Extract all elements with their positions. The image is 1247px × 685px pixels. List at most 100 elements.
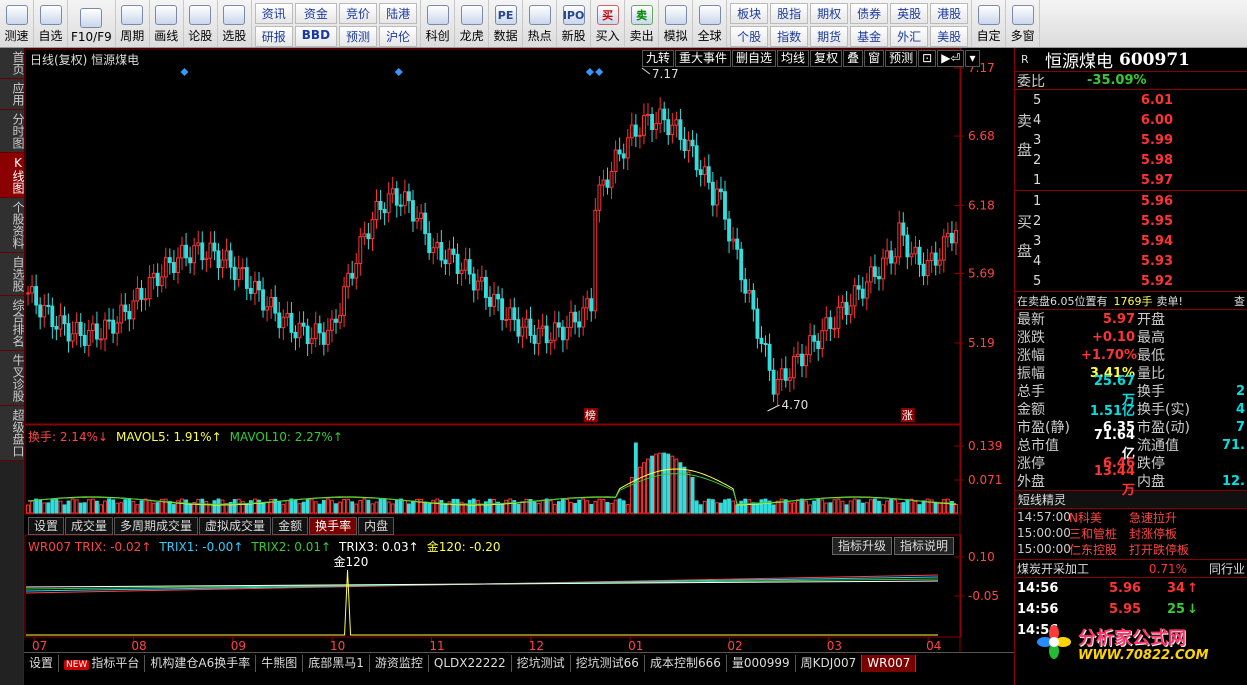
toolbar-cycle-button[interactable]: 周期 (116, 0, 150, 47)
toolbar-dragon-button[interactable]: 龙虎 (455, 0, 490, 47)
chart-toolbar-button[interactable]: 删自选 (732, 50, 777, 67)
toolbar-link-button[interactable]: 基金 (850, 26, 889, 47)
toolbar-link-button[interactable]: 预测 (339, 26, 378, 47)
formula-tab[interactable]: 挖坑测试66 (571, 655, 645, 672)
toolbar-hammer-button[interactable]: 模拟 (659, 0, 694, 47)
formula-tab[interactable]: WR007 (862, 655, 917, 672)
formula-tab[interactable]: 游资监控 (370, 655, 429, 672)
left-tab[interactable]: 应用 (0, 79, 25, 110)
order-book-row[interactable]: 2 5.98 (1015, 150, 1247, 170)
toolbar-card-button[interactable]: F10/F9 (68, 0, 116, 47)
toolbar-clock-button[interactable]: 测速 (0, 0, 34, 47)
left-tab[interactable]: K线图 (0, 153, 25, 198)
toolbar-ipo-button[interactable]: IPO 新股 (557, 0, 592, 47)
chart-toolbar-button[interactable]: 重大事件 (675, 50, 732, 67)
toolbar-pencil-button[interactable]: 画线 (150, 0, 184, 47)
formula-tab[interactable]: 量000999 (727, 655, 796, 672)
toolbar-buy-button[interactable]: 买买入 (591, 0, 626, 47)
toolbar-chart-button[interactable]: 科创 (421, 0, 456, 47)
toolbar-link-button[interactable]: BBD (294, 26, 338, 47)
left-tab[interactable]: 分时图 (0, 110, 25, 153)
volume-tab[interactable]: 金额 (272, 517, 309, 535)
toolbar-link-button[interactable]: 板块 (730, 3, 769, 24)
toolbar-globe-button[interactable]: 全球 (693, 0, 728, 47)
toolbar-link-button[interactable]: 美股 (930, 26, 969, 47)
toolbar-link-button[interactable]: 陆港 (379, 3, 418, 24)
formula-tab[interactable]: 成本控制666 (645, 655, 727, 672)
formula-tab[interactable]: 牛熊图 (256, 655, 304, 672)
chart-toolbar-button[interactable]: ⊡ (918, 50, 937, 67)
toolbar-link-button[interactable]: 期权 (810, 3, 849, 24)
sector-name[interactable]: 煤炭开采加工 (1017, 560, 1117, 577)
alert-row[interactable]: 15:00:00 三和管桩 封涨停板 (1015, 525, 1247, 541)
stock-name[interactable]: 恒源煤电 (1045, 48, 1113, 72)
indicator-help-button[interactable]: 指标说明 (894, 537, 955, 555)
kline-chart-area[interactable]: 7.17 6.68 6.18 5.69 5.19 7.17 4.70 榜涨 0.139 0.071… (24, 48, 1014, 652)
big-order-more[interactable]: 查 (1234, 293, 1247, 309)
volume-tab[interactable]: 设置 (28, 517, 65, 535)
order-book-row[interactable]: 3 5.94 (1015, 231, 1247, 251)
left-tab[interactable]: 超级盘口 (0, 406, 25, 461)
chart-toolbar-button[interactable]: 预测 (885, 50, 918, 67)
formula-tab[interactable]: QLDX22222 (429, 655, 512, 672)
stock-code[interactable]: 600971 (1119, 50, 1190, 70)
toolbar-forum-button[interactable]: 论股 (184, 0, 218, 47)
formula-tab[interactable]: 周KDJ007 (796, 655, 863, 672)
same-industry-button[interactable]: 同行业 (1209, 560, 1247, 577)
toolbar-link-button[interactable]: 资讯 (254, 3, 293, 24)
toolbar-link-button[interactable]: 竞价 (339, 3, 378, 24)
order-book-row[interactable]: 5 5.92 (1015, 271, 1247, 291)
toolbar-custom-button[interactable]: 自定 (972, 0, 1007, 47)
formula-tab[interactable]: 机构建仓A6换手率 (145, 655, 257, 672)
chart-toolbar-button[interactable]: 叠 (843, 50, 864, 67)
chart-toolbar-button[interactable]: 九转 (642, 50, 675, 67)
order-book-row[interactable]: 3 5.99 (1015, 130, 1247, 150)
chart-toolbar-button[interactable]: 复权 (810, 50, 843, 67)
formula-tab[interactable]: 挖坑测试 (512, 655, 571, 672)
toolbar-link-button[interactable]: 沪伦 (379, 26, 418, 47)
toolbar-link-button[interactable]: 港股 (930, 3, 969, 24)
toolbar-link-button[interactable]: 债券 (850, 3, 889, 24)
chart-toolbar-button[interactable]: ▶⏎ (937, 50, 965, 67)
toolbar-multi-window-button[interactable]: 多窗 (1006, 0, 1041, 47)
toolbar-select-button[interactable]: 选股 (218, 0, 252, 47)
toolbar-link-button[interactable]: 研报 (254, 26, 293, 47)
order-book-row[interactable]: 2 5.95 (1015, 211, 1247, 231)
big-order-info[interactable]: 在卖盘6.05位置有 1769手 卖单! 查 (1015, 292, 1247, 310)
formula-tab[interactable]: 设置 (24, 655, 60, 672)
chart-toolbar-button[interactable]: 均线 (777, 50, 810, 67)
toolbar-link-button[interactable]: 个股 (730, 26, 769, 47)
toolbar-link-button[interactable]: 英股 (890, 3, 929, 24)
volume-tab[interactable]: 内盘 (358, 517, 395, 535)
left-tab[interactable]: 自选股 (0, 253, 25, 296)
toolbar-sell-button[interactable]: 卖卖出 (625, 0, 660, 47)
kline-chart-svg[interactable]: 7.176.686.185.695.197.174.70榜 涨0.1390.071… (24, 48, 1014, 652)
order-book-row[interactable]: 4 5.93 (1015, 251, 1247, 271)
toolbar-link-button[interactable]: 资金 (294, 3, 338, 24)
formula-tab[interactable]: NEW 指标平台 (59, 655, 146, 672)
toolbar-link-button[interactable]: 股指 (770, 3, 809, 24)
left-tab[interactable]: 综合排名 (0, 296, 25, 351)
toolbar-pe-button[interactable]: PE 数据 (489, 0, 524, 47)
volume-tab[interactable]: 换手率 (309, 517, 358, 535)
formula-tab[interactable]: 底部黑马1 (303, 655, 370, 672)
toolbar-fire-button[interactable]: 热点 (523, 0, 558, 47)
alert-row[interactable]: 15:00:00 仁东控股 打开跌停板 (1015, 541, 1247, 557)
order-book-row[interactable]: 4 6.00 (1015, 110, 1247, 130)
left-tab[interactable]: 首页 (0, 48, 25, 79)
alert-row[interactable]: 14:57:00 N科美 急速拉升 (1015, 509, 1247, 525)
toolbar-star-button[interactable]: 自选 (34, 0, 68, 47)
chart-toolbar-button[interactable]: ▾ (965, 50, 980, 67)
order-book-row[interactable]: 1 5.97 (1015, 170, 1247, 190)
order-book-row[interactable]: 1 5.96 (1015, 191, 1247, 211)
toolbar-link-button[interactable]: 外汇 (890, 26, 929, 47)
volume-tab[interactable]: 成交量 (65, 517, 114, 535)
toolbar-link-button[interactable]: 指数 (770, 26, 809, 47)
left-tab[interactable]: 牛叉诊股 (0, 351, 25, 406)
toolbar-link-button[interactable]: 期货 (810, 26, 849, 47)
volume-tab[interactable]: 多周期成交量 (114, 517, 199, 535)
chart-toolbar-button[interactable]: 窗 (864, 50, 885, 67)
left-tab[interactable]: 个股资料 (0, 198, 25, 253)
order-book-row[interactable]: 5 6.01 (1015, 90, 1247, 110)
volume-tab[interactable]: 虚拟成交量 (199, 517, 272, 535)
